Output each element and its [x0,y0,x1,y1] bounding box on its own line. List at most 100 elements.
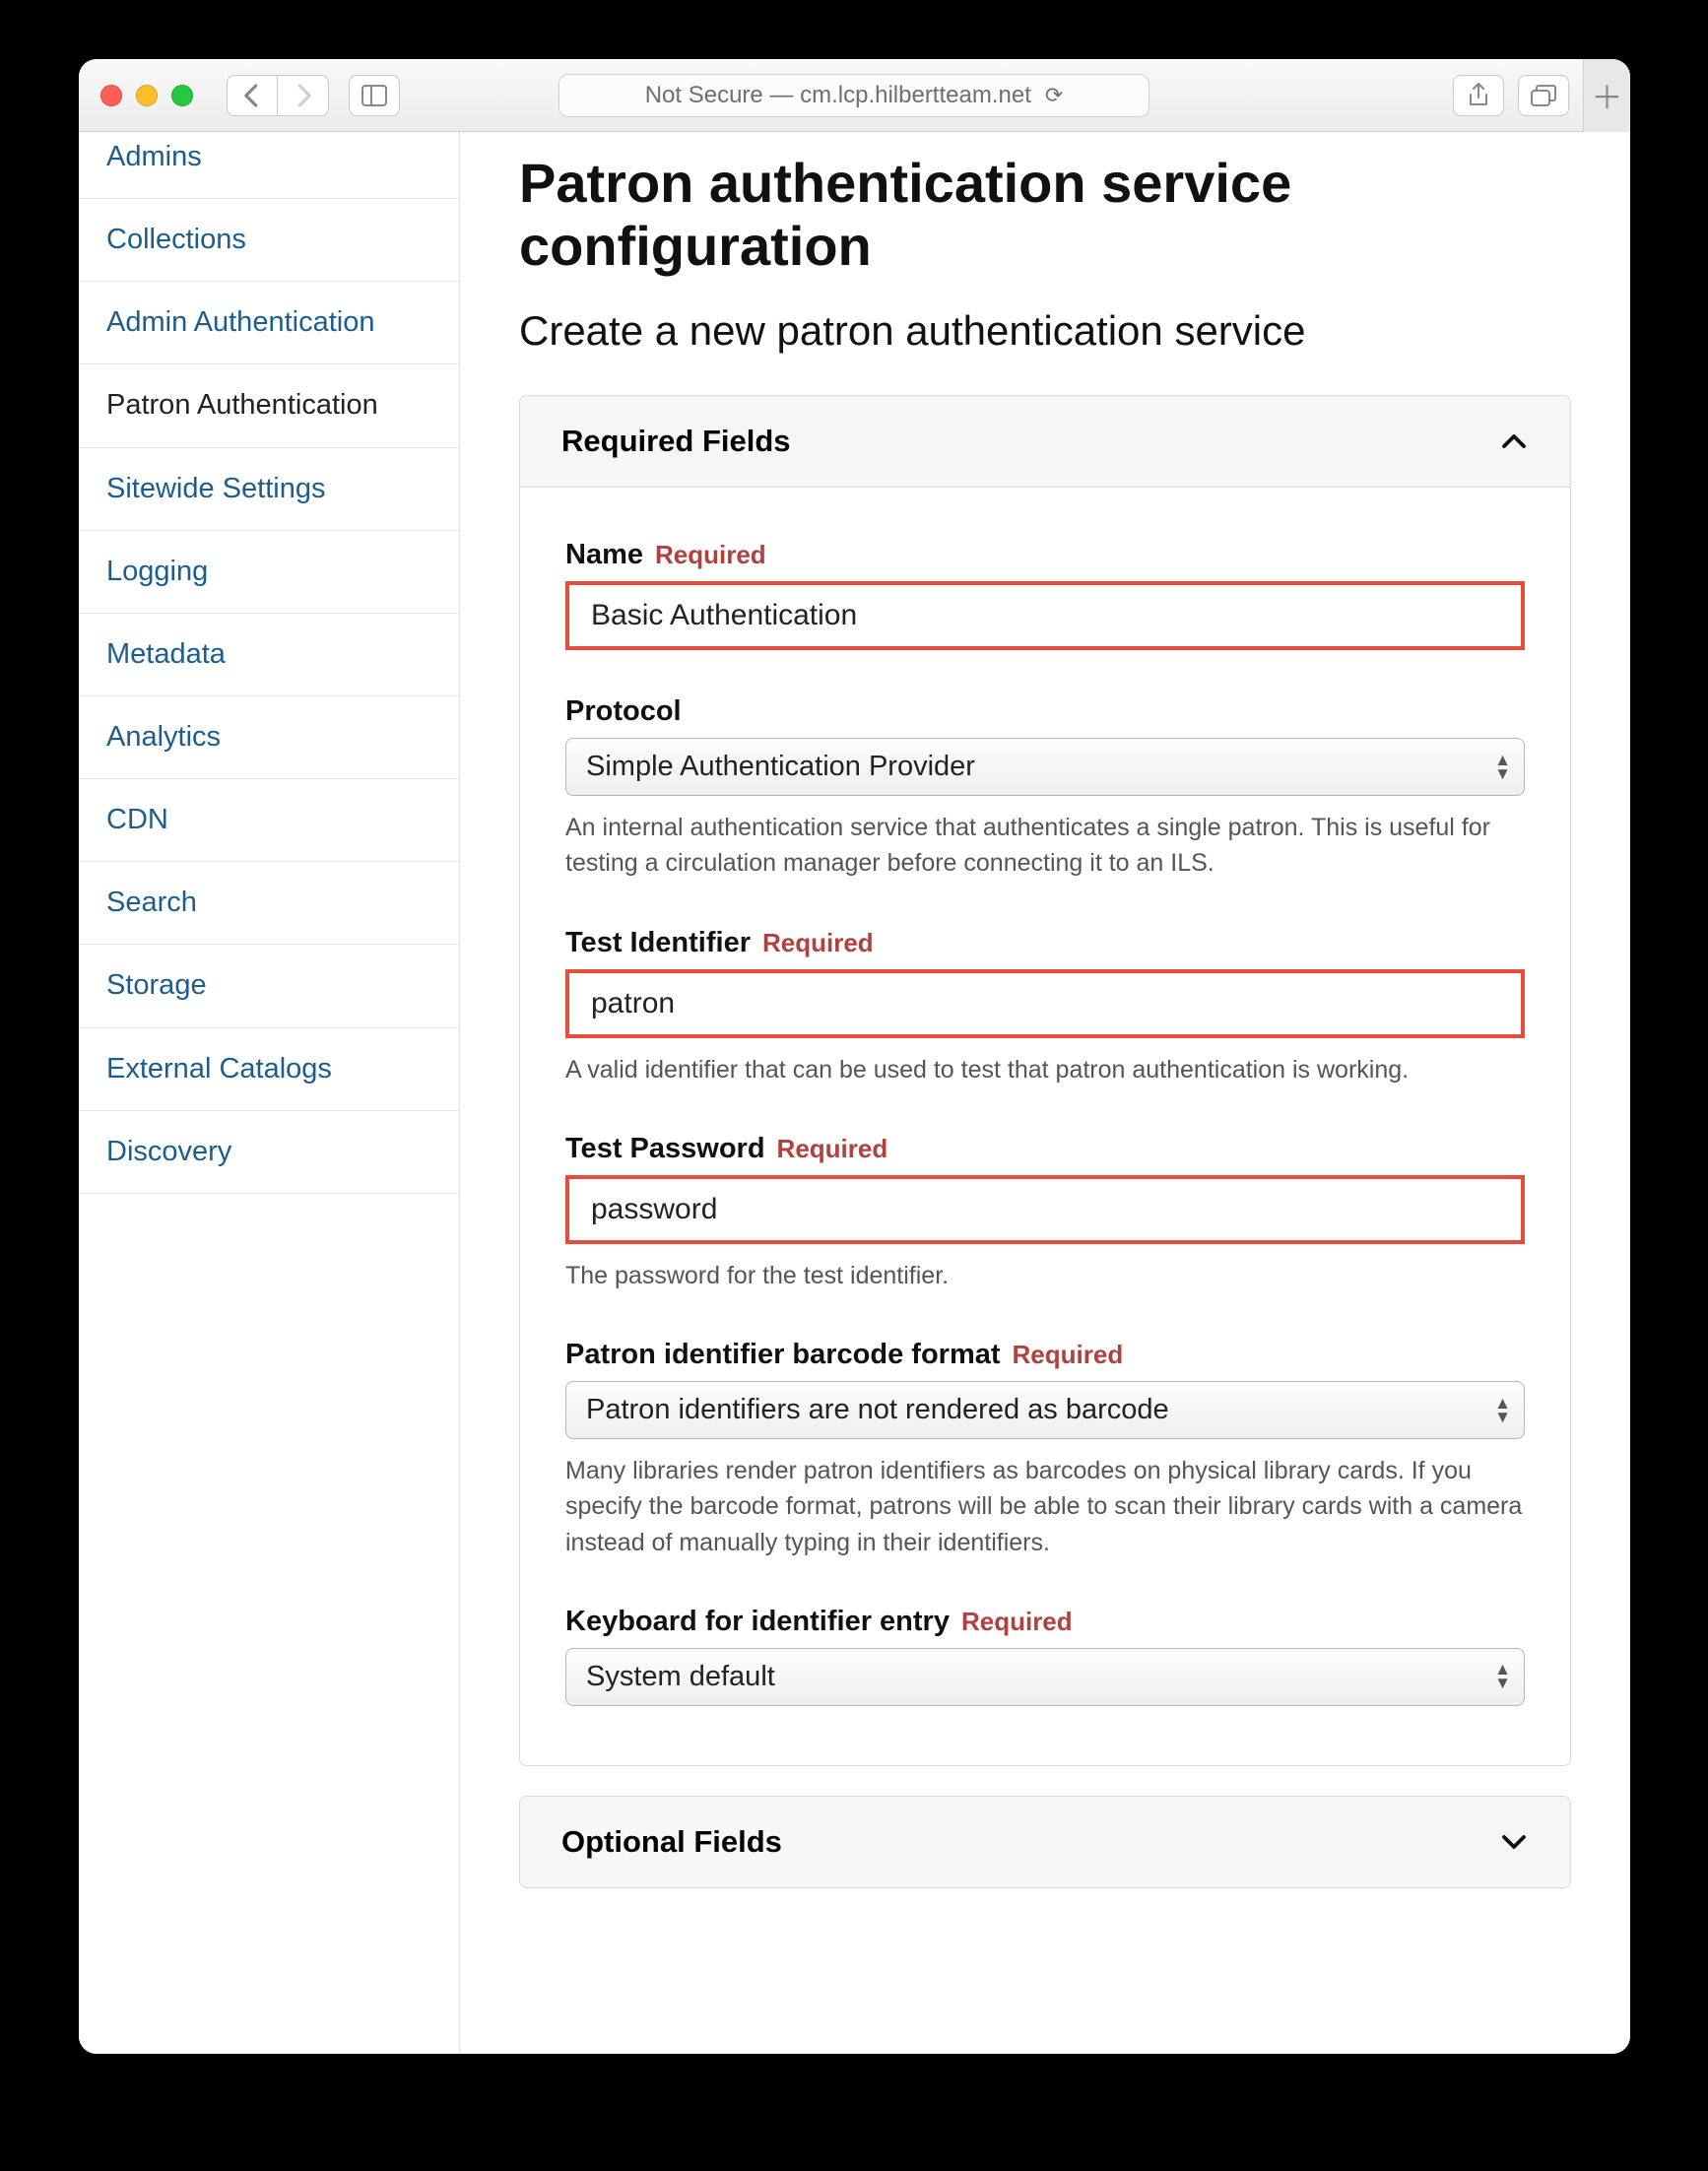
sidebar: Admins Collections Admin Authentication … [79,132,460,2054]
barcode-format-select[interactable]: Patron identifiers are not rendered as b… [565,1381,1525,1439]
field-test-identifier: Test Identifier Required A valid identif… [565,927,1525,1087]
help-text: An internal authentication service that … [565,810,1525,882]
reload-icon[interactable]: ⟳ [1045,83,1063,108]
select-value: Simple Authentication Provider [565,738,1525,796]
tabs-icon [1531,85,1556,106]
field-name: Name Required [565,539,1525,650]
test-password-input[interactable] [565,1175,1525,1244]
label-text: Protocol [565,695,682,728]
sidebar-item-label: Patron Authentication [106,389,378,421]
optional-fields-header[interactable]: Optional Fields [520,1797,1570,1887]
sidebar-item-label: Admin Authentication [106,306,374,338]
sidebar-item-collections[interactable]: Collections [79,199,459,282]
select-value: Patron identifiers are not rendered as b… [565,1381,1525,1439]
test-identifier-input[interactable] [565,969,1525,1038]
sidebar-item-label: Logging [106,556,208,587]
tabs-button[interactable] [1518,75,1569,116]
required-fields-panel: Required Fields Name Required Protocol [519,395,1571,1766]
chevron-right-icon [289,81,318,110]
panel-title: Required Fields [561,424,791,459]
sidebar-item-external-catalogs[interactable]: External Catalogs [79,1028,459,1111]
sidebar-item-label: Metadata [106,638,226,670]
help-text: The password for the test identifier. [565,1258,1525,1293]
sidebar-item-analytics[interactable]: Analytics [79,696,459,779]
sidebar-item-discovery[interactable]: Discovery [79,1111,459,1194]
address-bar[interactable]: Not Secure — cm.lcp.hilbertteam.net ⟳ [558,74,1150,117]
label-text: Name [565,539,643,571]
sidebar-item-label: Storage [106,969,207,1001]
sidebar-item-label: Search [106,887,197,918]
sidebar-item-label: Admins [106,141,202,172]
minimize-window-button[interactable] [136,85,158,106]
keyboard-select[interactable]: System default ▲▼ [565,1648,1525,1706]
chevron-down-icon [1499,1827,1529,1857]
sidebar-toggle-button[interactable] [349,75,400,116]
new-tab-button[interactable]: ＋ [1583,59,1630,132]
titlebar: Not Secure — cm.lcp.hilbertteam.net ⟳ ＋ [79,59,1630,132]
content-area: Admins Collections Admin Authentication … [79,132,1630,2054]
zoom-window-button[interactable] [171,85,193,106]
select-arrows-icon: ▲▼ [1494,755,1511,780]
sidebar-item-label: Sitewide Settings [106,473,325,504]
protocol-select[interactable]: Simple Authentication Provider ▲▼ [565,738,1525,796]
sidebar-item-storage[interactable]: Storage [79,945,459,1027]
sidebar-item-label: Analytics [106,721,221,753]
field-keyboard: Keyboard for identifier entry Required S… [565,1606,1525,1706]
label-text: Keyboard for identifier entry [565,1606,950,1638]
sidebar-item-label: CDN [106,804,168,835]
close-window-button[interactable] [100,85,122,106]
address-text: Not Secure — cm.lcp.hilbertteam.net [645,82,1031,109]
field-label: Test Identifier Required [565,927,1525,959]
sidebar-item-label: Collections [106,224,246,255]
required-tag: Required [1013,1340,1124,1370]
field-barcode-format: Patron identifier barcode format Require… [565,1339,1525,1560]
optional-fields-panel: Optional Fields [519,1796,1571,1888]
help-text: Many libraries render patron identifiers… [565,1453,1525,1560]
panel-title: Optional Fields [561,1824,782,1860]
right-toolbar: ＋ [1453,59,1609,132]
field-label: Test Password Required [565,1133,1525,1165]
window-controls [100,85,193,106]
sidebar-item-search[interactable]: Search [79,862,459,945]
select-value: System default [565,1648,1525,1706]
name-input[interactable] [565,581,1525,650]
required-tag: Required [961,1607,1073,1637]
browser-window: Not Secure — cm.lcp.hilbertteam.net ⟳ ＋ … [79,59,1630,2054]
help-text: A valid identifier that can be used to t… [565,1052,1525,1087]
sidebar-item-logging[interactable]: Logging [79,531,459,614]
forward-button[interactable] [278,75,329,116]
field-label: Protocol [565,695,1525,728]
required-fields-header[interactable]: Required Fields [520,396,1570,488]
sidebar-item-metadata[interactable]: Metadata [79,614,459,696]
field-label: Patron identifier barcode format Require… [565,1339,1525,1371]
required-tag: Required [655,540,766,570]
share-icon [1468,83,1489,108]
nav-buttons [227,75,329,116]
select-arrows-icon: ▲▼ [1494,1398,1511,1423]
chevron-left-icon [237,81,267,110]
page-title: Patron authentication service configurat… [519,152,1571,279]
label-text: Test Identifier [565,927,751,959]
required-tag: Required [777,1134,888,1164]
sidebar-item-label: Discovery [106,1136,231,1167]
sidebar-item-cdn[interactable]: CDN [79,779,459,862]
share-button[interactable] [1453,75,1504,116]
label-text: Test Password [565,1133,765,1165]
chevron-up-icon [1499,427,1529,456]
required-tag: Required [762,928,874,958]
sidebar-item-admins[interactable]: Admins [79,132,459,199]
required-fields-body: Name Required Protocol Simple Authentica… [520,488,1570,1765]
field-label: Keyboard for identifier entry Required [565,1606,1525,1638]
sidebar-item-patron-authentication[interactable]: Patron Authentication [79,364,459,447]
page-subtitle: Create a new patron authentication servi… [519,306,1571,356]
label-text: Patron identifier barcode format [565,1339,1001,1371]
main-area: Patron authentication service configurat… [460,132,1630,2054]
back-button[interactable] [227,75,278,116]
select-arrows-icon: ▲▼ [1494,1665,1511,1690]
field-test-password: Test Password Required The password for … [565,1133,1525,1293]
sidebar-icon [361,85,387,106]
field-protocol: Protocol Simple Authentication Provider … [565,695,1525,882]
sidebar-item-admin-authentication[interactable]: Admin Authentication [79,282,459,364]
sidebar-item-sitewide-settings[interactable]: Sitewide Settings [79,448,459,531]
field-label: Name Required [565,539,1525,571]
